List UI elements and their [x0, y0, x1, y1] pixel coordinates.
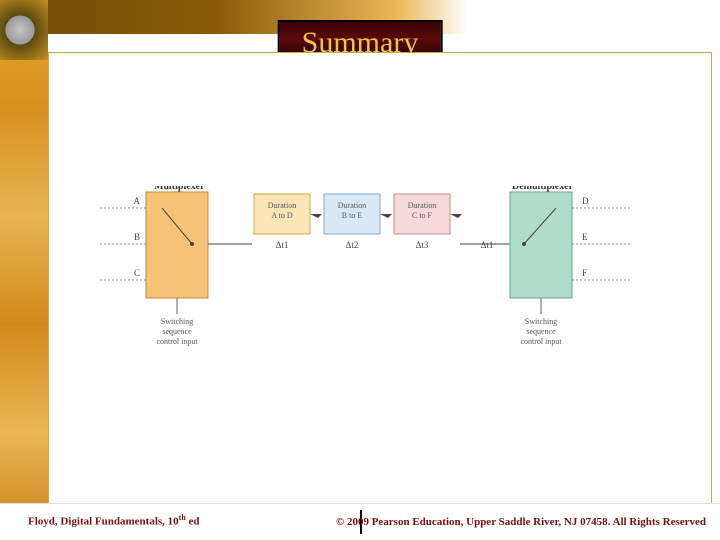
decorative-corner [0, 0, 48, 60]
demux-out-f: F [582, 268, 587, 278]
footer: Floyd, Digital Fundamentals, 10th ed © 2… [0, 503, 720, 540]
dt-block-2: Duration B to E Δt2 [324, 194, 392, 250]
demultiplexer-label: Demultiplexer [512, 186, 574, 192]
mux-in-a: A [134, 196, 141, 206]
multiplexer-block [146, 192, 208, 298]
data-selection-diagram: Multiplexer A B C Switching sequence con… [92, 186, 672, 358]
mux-in-b: B [134, 232, 140, 242]
multiplexer-label: Multiplexer [154, 186, 205, 192]
mux-switch-caption-1: Switching [161, 317, 193, 326]
diagram-svg: Multiplexer A B C Switching sequence con… [92, 186, 652, 358]
decorative-left-bar [0, 0, 48, 540]
dt-block-3: Duration C to F Δt3 [394, 194, 462, 250]
svg-text:Duration: Duration [268, 201, 296, 210]
svg-text:Duration: Duration [338, 201, 366, 210]
demultiplexer-block [510, 192, 572, 298]
slide: Summary Basic System Functions The data … [0, 0, 720, 540]
demux-switch-caption-2: sequence [526, 327, 556, 336]
demux-switch-caption-1: Switching [525, 317, 557, 326]
svg-text:A to D: A to D [271, 211, 293, 220]
footer-right: © 2009 Pearson Education, Upper Saddle R… [336, 516, 706, 528]
svg-text:Δt1: Δt1 [276, 240, 289, 250]
mux-switch-caption-3: control input [156, 337, 198, 346]
svg-text:B to E: B to E [342, 211, 363, 220]
demux-out-e: E [582, 232, 588, 242]
svg-text:C to F: C to F [412, 211, 433, 220]
demux-out-d: D [582, 196, 589, 206]
mux-switch-caption-2: sequence [162, 327, 192, 336]
footer-left: Floyd, Digital Fundamentals, 10th ed [28, 513, 200, 528]
svg-text:Δt2: Δt2 [346, 240, 359, 250]
dt-block-1: Duration A to D Δt1 [254, 194, 322, 250]
svg-text:Duration: Duration [408, 201, 436, 210]
svg-text:Δt3: Δt3 [416, 240, 429, 250]
final-dt: Δt1 [481, 240, 494, 250]
mux-in-c: C [134, 268, 140, 278]
demux-switch-caption-3: control input [520, 337, 562, 346]
